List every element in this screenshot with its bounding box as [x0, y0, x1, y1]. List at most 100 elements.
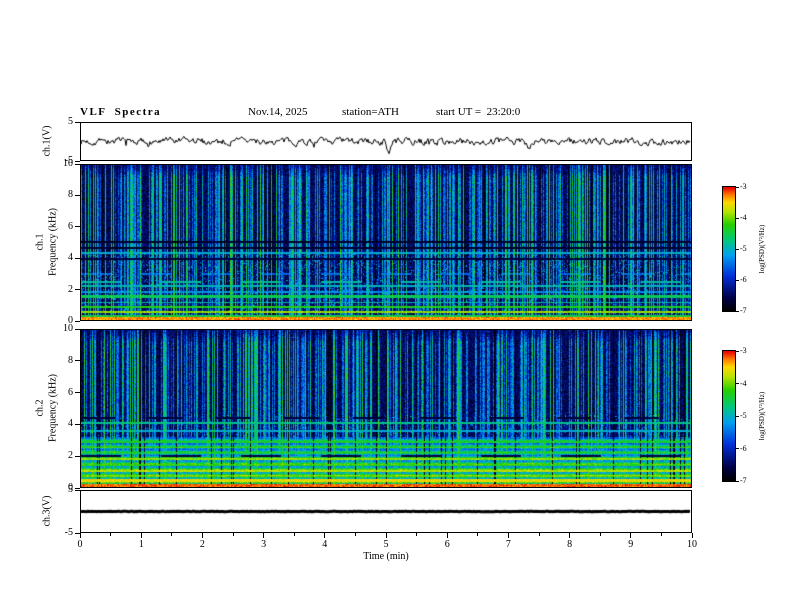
colorbar-tick: [736, 448, 739, 449]
x-tick-label: 3: [261, 539, 267, 550]
colorbar-tick: [736, 480, 739, 482]
y-tick: [75, 163, 80, 165]
ch2-spectrogram-canvas: [81, 330, 691, 487]
y-tick: [75, 392, 80, 394]
colorbar-tick-label: -6: [740, 275, 747, 284]
colorbar-tick-label: -7: [740, 476, 747, 485]
x-tick: [263, 533, 265, 538]
colorbar-tick: [736, 186, 739, 188]
y-tick-label: 8: [68, 189, 73, 201]
x-tick: [507, 533, 509, 538]
x-tick-label: 0: [77, 539, 83, 550]
colorbar-ch2-label: log(PSD)(V²/Hz): [758, 391, 766, 441]
colorbar-tick-label: -4: [740, 213, 747, 222]
x-tick-label: 6: [444, 539, 450, 550]
figure-title: VLF Spectra: [80, 106, 162, 118]
colorbar-tick: [736, 248, 739, 250]
ch1-waveform-canvas: [81, 123, 691, 160]
x-tick-label: 1: [138, 539, 144, 550]
colorbar-tick-label: -3: [740, 346, 747, 355]
y-tick-label: 4: [68, 252, 73, 264]
y-tick: [75, 320, 80, 322]
x-minor-tick: [599, 533, 601, 536]
x-tick: [569, 533, 571, 538]
x-minor-tick: [293, 533, 295, 536]
y-tick-label: 8: [68, 354, 73, 366]
ch1-spectrogram-panel: [80, 164, 692, 321]
colorbar-tick-label: -6: [740, 443, 747, 453]
y-tick: [75, 360, 80, 362]
colorbar-ch1: [722, 186, 736, 312]
y-tick-label: 2: [68, 283, 73, 295]
x-tick: [630, 533, 632, 538]
x-minor-tick: [660, 533, 662, 536]
colorbar-tick-label: -3: [740, 182, 747, 191]
y-tick: [75, 289, 80, 291]
y-tick: [75, 455, 80, 457]
x-tick: [385, 533, 387, 538]
y-tick-label: 6: [68, 220, 73, 232]
colorbar-tick: [736, 415, 739, 417]
ch1-spectrogram-canvas: [81, 165, 691, 320]
colorbar-ch1-gradient: [723, 187, 735, 311]
start-ut-label: start UT = 23:20:0: [436, 106, 521, 118]
y-tick: [75, 328, 80, 330]
figure-date: Nov.14, 2025: [248, 106, 308, 118]
ch1-waveform-panel: [80, 122, 692, 161]
y-tick: [75, 194, 80, 196]
ch3-voltage-axis-label: ch.3(V): [41, 495, 53, 527]
y-tick: [75, 226, 80, 228]
x-tick-label: 10: [687, 539, 697, 550]
x-tick-label: 8: [567, 539, 573, 550]
colorbar-tick: [736, 350, 739, 352]
x-tick-label: 7: [505, 539, 511, 550]
ch1-frequency-axis-label: Frequency (kHz): [47, 207, 59, 277]
x-tick-label: 5: [383, 539, 389, 550]
ch3-waveform-panel: [80, 490, 692, 533]
colorbar-ch2: [722, 350, 736, 482]
y-tick: [75, 489, 80, 491]
y-tick: [75, 121, 80, 123]
colorbar-tick: [736, 383, 739, 384]
x-minor-tick: [416, 533, 418, 536]
y-tick-label: 5: [68, 484, 73, 495]
x-tick: [140, 533, 142, 538]
time-axis-label: Time (min): [363, 551, 409, 562]
x-minor-tick: [477, 533, 479, 536]
x-tick: [691, 533, 693, 538]
colorbar-tick: [736, 310, 739, 312]
x-tick-label: 9: [628, 539, 634, 550]
x-minor-tick: [171, 533, 173, 536]
x-minor-tick: [354, 533, 356, 536]
colorbar-tick-label: -4: [740, 378, 747, 388]
y-tick: [75, 160, 80, 162]
vlf-spectra-figure: VLF Spectra Nov.14, 2025 station=ATH sta…: [0, 0, 792, 612]
x-tick: [446, 533, 448, 538]
y-tick-label: 5: [68, 116, 73, 127]
y-tick-label: 10: [63, 158, 73, 169]
y-tick-label: 2: [68, 450, 73, 462]
x-minor-tick: [232, 533, 234, 536]
station-label: station=ATH: [342, 106, 399, 118]
x-tick: [201, 533, 203, 538]
y-tick: [75, 257, 80, 259]
y-tick: [75, 487, 80, 489]
y-tick-label: -5: [64, 527, 73, 538]
colorbar-tick-label: -7: [740, 306, 747, 315]
y-tick: [75, 532, 80, 534]
y-tick-label: 4: [68, 418, 73, 430]
y-tick-label: 6: [68, 386, 73, 398]
x-tick-label: 2: [199, 539, 205, 550]
ch1-voltage-axis-label: ch.1(V): [41, 125, 53, 157]
colorbar-tick-label: -5: [740, 244, 747, 253]
ch2-channel-label: ch.2: [34, 399, 46, 417]
colorbar-ch2-gradient: [723, 351, 735, 481]
ch2-frequency-axis-label: Frequency (kHz): [47, 373, 59, 443]
x-minor-tick: [110, 533, 112, 536]
y-tick-label: 10: [63, 323, 73, 334]
x-minor-tick: [538, 533, 540, 536]
x-tick: [79, 533, 81, 538]
colorbar-ch1-label: log(PSD)(V²/Hz): [758, 224, 766, 274]
y-tick: [75, 423, 80, 425]
ch3-waveform-canvas: [81, 491, 691, 532]
